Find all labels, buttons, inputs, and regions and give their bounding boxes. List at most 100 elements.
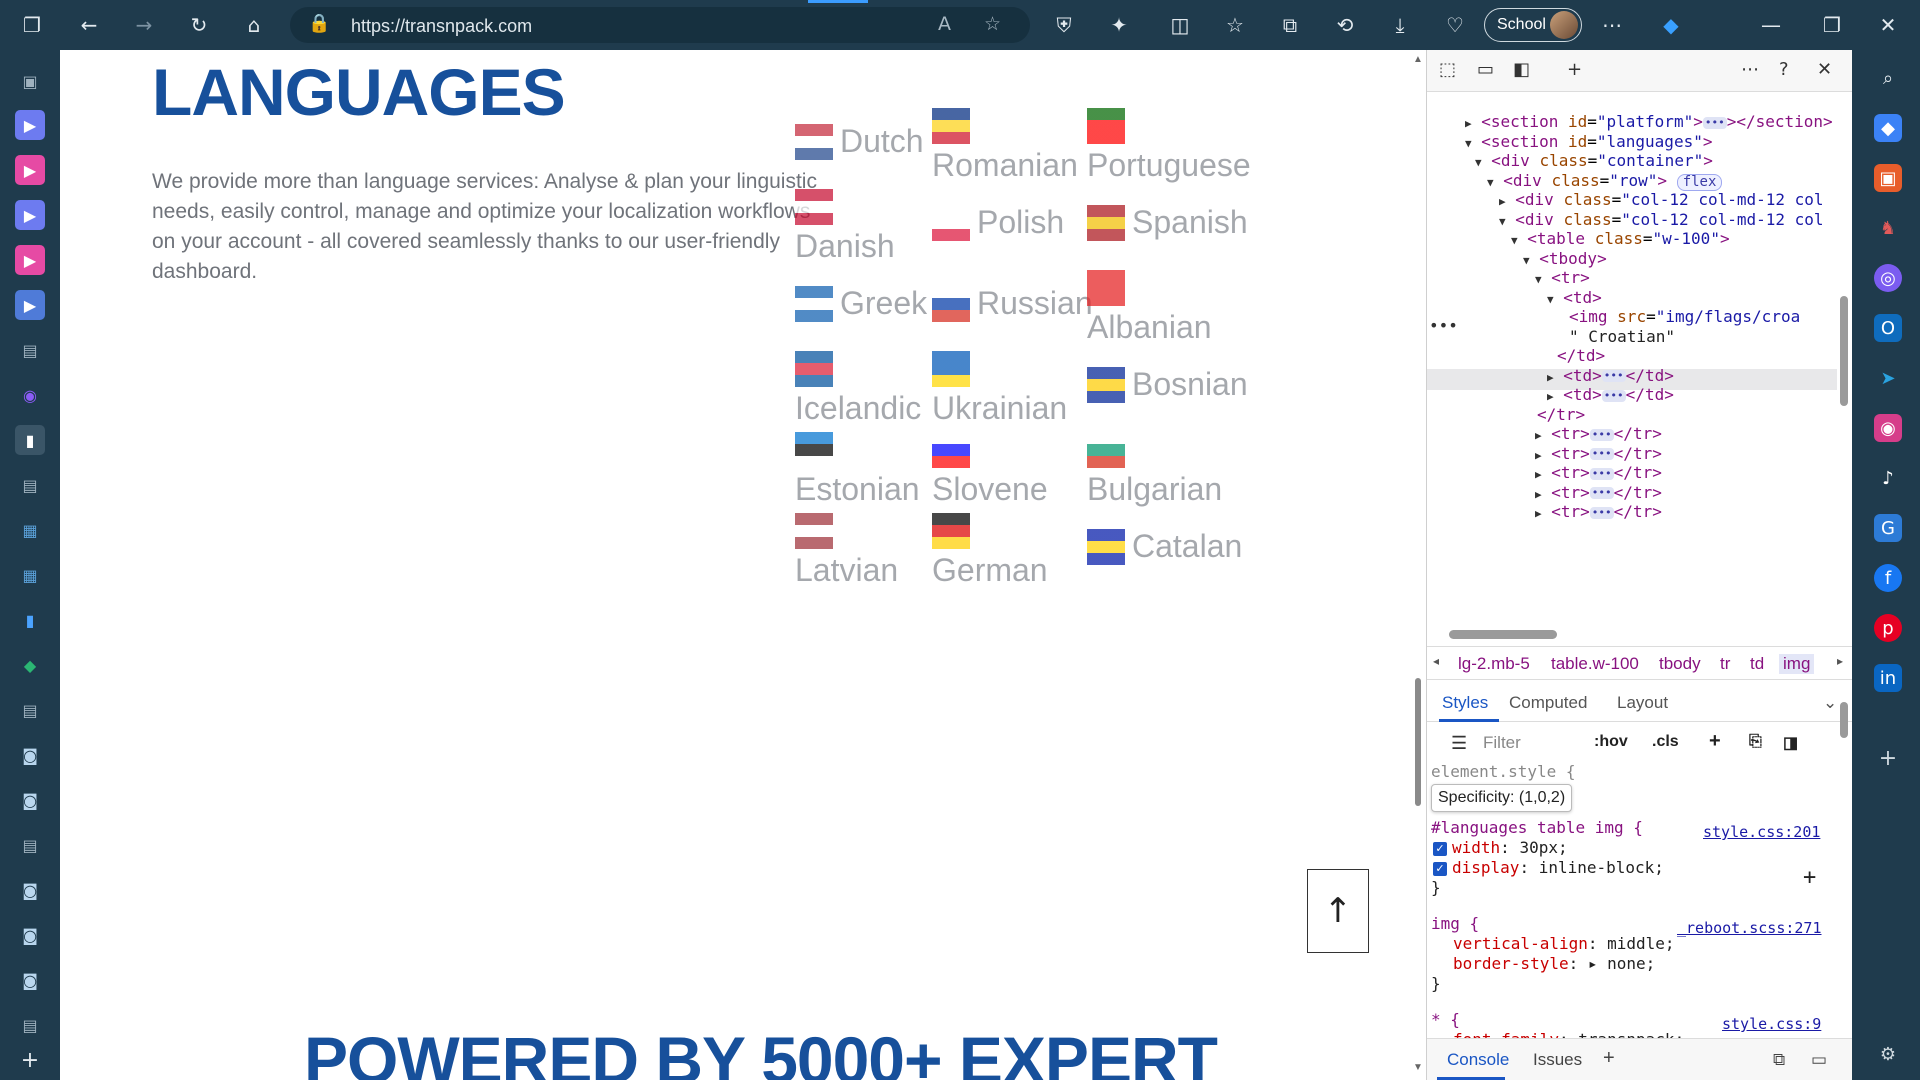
restore-icon[interactable]: ❐ [1816, 9, 1848, 41]
scrollbar-thumb[interactable] [1415, 678, 1421, 806]
collapsed-triangle-icon[interactable]: ▶ [1535, 468, 1542, 481]
favorite-star-icon[interactable]: ☆ [984, 13, 1001, 35]
games-icon[interactable]: ♞ [1874, 214, 1902, 242]
expanded-triangle-icon[interactable]: ▼ [1523, 254, 1530, 267]
forward-icon[interactable]: → [128, 9, 160, 41]
back-icon[interactable]: ← [73, 9, 105, 41]
collapsed-content-icon[interactable]: ••• [1589, 428, 1614, 441]
add-drawer-tab-icon[interactable]: + [1603, 1047, 1615, 1070]
add-sidebar-app-icon[interactable]: + [1874, 744, 1902, 772]
styles-scrollbar-thumb[interactable] [1840, 702, 1848, 738]
node-actions-icon[interactable]: ••• [1429, 316, 1458, 336]
collapsed-triangle-icon[interactable]: ▶ [1535, 449, 1542, 462]
device-toolbar-icon[interactable]: ▭ [1477, 59, 1494, 80]
collapsed-triangle-icon[interactable]: ▶ [1499, 195, 1506, 208]
dom-node-line[interactable]: </tr> [1537, 405, 1585, 425]
dom-node-line[interactable]: </td> [1557, 346, 1605, 366]
split-screen-icon[interactable]: ◫ [1164, 9, 1196, 41]
collapsed-content-icon[interactable]: ••• [1589, 448, 1614, 460]
tab-icon[interactable]: ▤ [15, 1010, 45, 1040]
collapsed-triangle-icon[interactable]: ▶ [1547, 371, 1554, 384]
expanded-triangle-icon[interactable]: ▼ [1499, 215, 1506, 228]
breadcrumb-item[interactable]: tbody [1659, 654, 1701, 674]
outlook-icon[interactable]: O [1874, 314, 1902, 342]
shield-icon[interactable]: ⛨ [1048, 9, 1080, 41]
performance-icon[interactable]: ♡ [1439, 9, 1471, 41]
tab-layout[interactable]: Layout [1617, 693, 1668, 713]
collapsed-triangle-icon[interactable]: ▶ [1547, 390, 1554, 403]
collapsed-triangle-icon[interactable]: ▶ [1535, 507, 1542, 520]
tab-icon[interactable]: ◆ [15, 650, 45, 680]
breadcrumb-item[interactable]: table.w-100 [1551, 654, 1639, 674]
breadcrumb-right-icon[interactable]: ▸ [1837, 654, 1843, 668]
flex-badge[interactable]: flex [1676, 173, 1723, 191]
translator-icon[interactable]: G [1874, 514, 1902, 542]
tab-icon[interactable]: ▶ [15, 155, 45, 185]
facebook-icon[interactable]: f [1874, 564, 1902, 592]
collapsed-content-icon[interactable]: ••• [1589, 487, 1614, 499]
scroll-up-icon[interactable]: ▲ [1413, 54, 1423, 65]
tiktok-icon[interactable]: ♪ [1874, 464, 1902, 492]
tab-styles[interactable]: Styles [1442, 693, 1488, 713]
collapsed-content-icon[interactable]: ••• [1601, 370, 1626, 382]
workspaces-icon[interactable]: ❐ [16, 9, 48, 41]
toggle-sidebar-icon[interactable]: ◨ [1783, 733, 1798, 753]
tools-icon[interactable]: ▣ [1874, 164, 1902, 192]
rule-selector[interactable]: #languages table img { [1431, 818, 1643, 838]
rule-source-link[interactable]: _reboot.scss:271 [1677, 918, 1822, 938]
dom-node-line[interactable]: " Croatian" [1569, 327, 1675, 347]
expanded-triangle-icon[interactable]: ▼ [1487, 176, 1494, 189]
tab-icon[interactable]: ◙ [15, 785, 45, 815]
favorites-icon[interactable]: ☆ [1219, 9, 1251, 41]
add-property-icon[interactable]: + [1803, 867, 1816, 889]
inspect-element-icon[interactable]: ⬚ [1439, 59, 1456, 80]
tab-actions-icon[interactable]: ▣ [15, 66, 45, 96]
scroll-down-icon[interactable]: ▼ [1413, 1062, 1423, 1073]
expanded-triangle-icon[interactable]: ▼ [1465, 137, 1472, 150]
rule-source-link[interactable]: style.css:201 [1703, 822, 1820, 842]
styles-filter-input[interactable]: Filter [1483, 733, 1521, 753]
tab-icon[interactable]: ▶ [15, 245, 45, 275]
breadcrumb-item[interactable]: tr [1720, 654, 1730, 674]
cls-toggle[interactable]: .cls [1652, 733, 1679, 751]
style-property[interactable]: border-style: ▸ none; [1453, 954, 1655, 974]
tab-icon[interactable]: ▤ [15, 830, 45, 860]
page-scrollbar[interactable]: ▲ ▼ [1410, 50, 1426, 1080]
rule-selector[interactable]: * { [1431, 1010, 1460, 1030]
refresh-icon[interactable]: ↻ [183, 9, 215, 41]
breadcrumb-item[interactable]: td [1750, 654, 1764, 674]
collapsed-content-icon[interactable]: ••• [1589, 467, 1614, 480]
settings-gear-icon[interactable]: ⚙ [1874, 1040, 1902, 1068]
rule-selector[interactable]: img { [1431, 914, 1479, 934]
quick-view-icon[interactable]: ⧉ [1773, 1050, 1785, 1070]
breadcrumb-item-selected[interactable]: img [1779, 654, 1815, 674]
tab-computed[interactable]: Computed [1509, 693, 1587, 713]
tab-icon[interactable]: ▶ [15, 200, 45, 230]
chevron-down-icon[interactable]: ⌄ [1823, 693, 1837, 713]
style-property[interactable]: ✓ display: inline-block; [1433, 858, 1664, 878]
telegram-icon[interactable]: ➤ [1874, 364, 1902, 392]
collections-icon[interactable]: ⧉ [1274, 9, 1306, 41]
history-icon[interactable]: ⟲ [1329, 9, 1361, 41]
scrollbar-thumb[interactable] [1449, 630, 1557, 639]
copilot-icon[interactable]: ◆ [1655, 9, 1687, 41]
instagram-icon[interactable]: ◉ [1874, 414, 1902, 442]
elements-tree[interactable]: ▶ <section id="platform"> ••• ></section> ▼… [1427, 92, 1837, 622]
back-to-top-button[interactable]: ↑ [1307, 869, 1369, 953]
collapsed-triangle-icon[interactable]: ▶ [1535, 429, 1542, 442]
url-text[interactable]: https://transnpack.com [351, 16, 532, 37]
tab-icon[interactable]: ▤ [15, 335, 45, 365]
expanded-triangle-icon[interactable]: ▼ [1547, 293, 1554, 306]
microsoft-365-icon[interactable]: ◎ [1874, 264, 1902, 292]
tree-horizontal-scrollbar[interactable] [1427, 627, 1837, 641]
extensions-icon[interactable]: ✦ [1103, 9, 1135, 41]
tree-scrollbar-thumb[interactable] [1840, 296, 1848, 406]
help-icon[interactable]: ? [1779, 59, 1789, 80]
expanded-triangle-icon[interactable]: ▼ [1511, 234, 1518, 247]
dom-node-line[interactable]: <img src="img/flags/croa [1569, 307, 1800, 327]
new-style-rule-icon[interactable]: + [1709, 730, 1721, 753]
shopping-icon[interactable]: ◆ [1874, 114, 1902, 142]
breadcrumb-left-icon[interactable]: ◂ [1433, 654, 1439, 668]
tab-icon[interactable]: ▦ [15, 515, 45, 545]
collapsed-content-icon[interactable]: ••• [1589, 506, 1614, 519]
